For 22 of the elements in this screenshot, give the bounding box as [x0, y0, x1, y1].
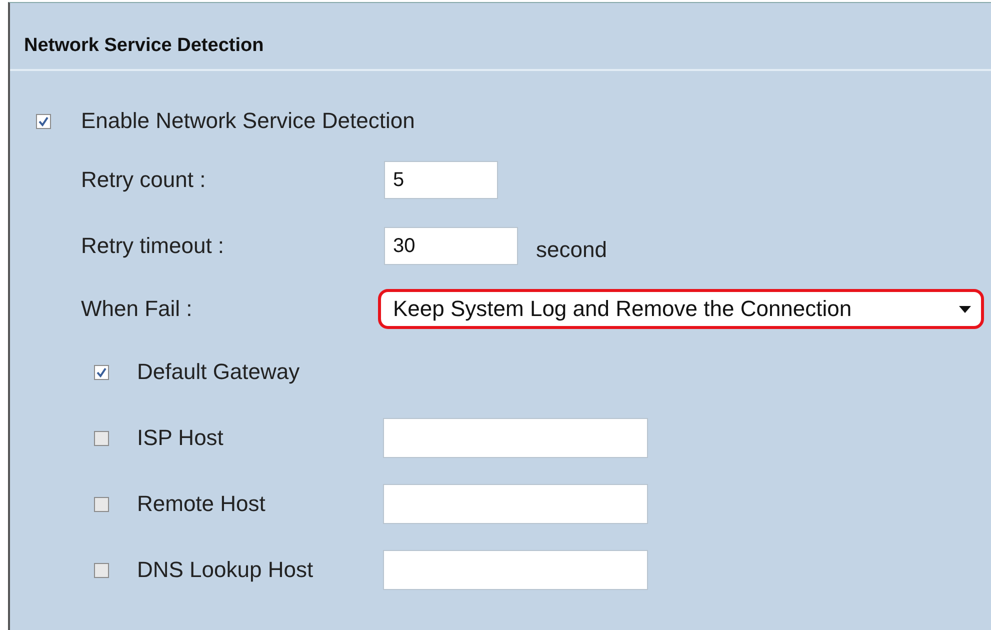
- field-label: When Fail :: [81, 296, 194, 322]
- dropdown[interactable]: Keep System Log and Remove the Connection: [378, 289, 984, 329]
- checkbox-label: ISP Host: [137, 425, 224, 451]
- checkbox[interactable]: [36, 114, 51, 128]
- section-title: Network Service Detection: [24, 35, 264, 56]
- checkbox-label: DNS Lookup Host: [137, 557, 314, 583]
- unit-label: second: [536, 237, 607, 263]
- checkbox[interactable]: [94, 496, 109, 512]
- checkbox[interactable]: [94, 364, 109, 380]
- text-field[interactable]: [383, 418, 648, 458]
- field-label: Retry timeout :: [81, 233, 226, 259]
- checkbox[interactable]: [94, 562, 109, 578]
- checkbox-label: Enable Network Service Detection: [81, 108, 415, 134]
- field-label: Retry count :: [81, 167, 207, 193]
- caret-icon: [959, 306, 971, 312]
- text-field[interactable]: [383, 484, 648, 524]
- text-field[interactable]: 30: [384, 227, 518, 265]
- checkbox-label: Remote Host: [137, 491, 266, 517]
- checkbox-label: Default Gateway: [137, 359, 301, 385]
- text-field[interactable]: 5: [384, 161, 498, 199]
- checkbox[interactable]: [94, 430, 109, 446]
- text-field[interactable]: [383, 550, 648, 590]
